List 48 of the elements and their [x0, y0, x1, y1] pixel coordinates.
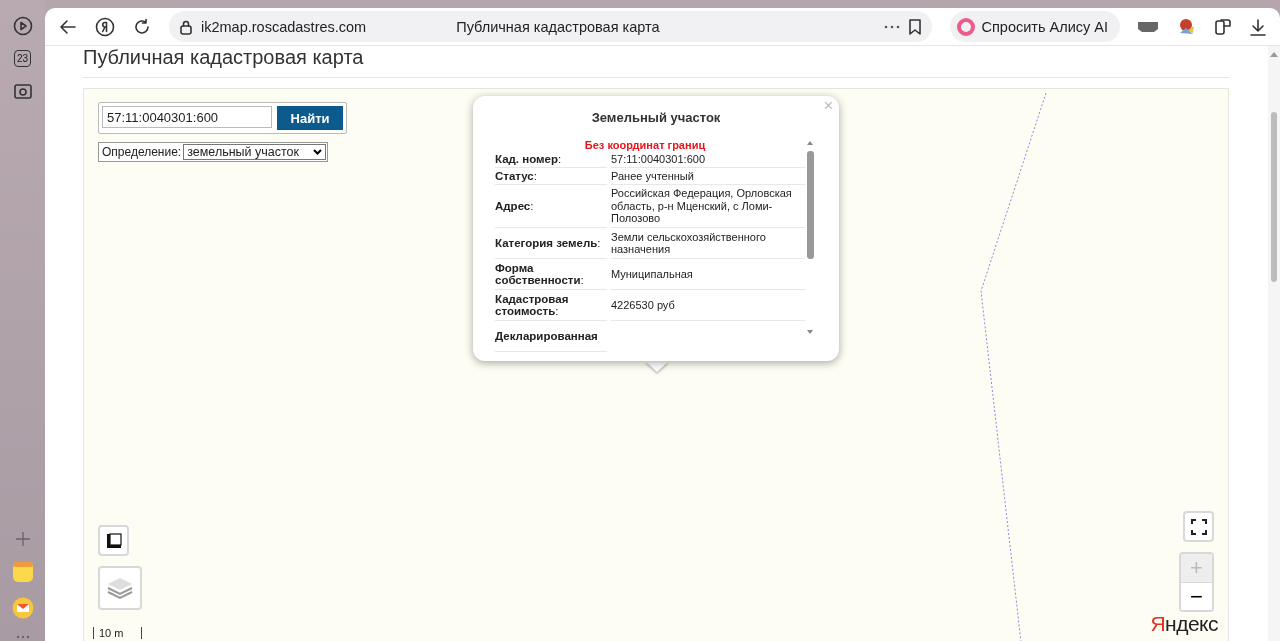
download-icon[interactable] [1250, 17, 1266, 36]
bookmark-icon[interactable] [907, 18, 922, 35]
layers-icon [107, 576, 133, 600]
zoom-out-button[interactable]: − [1181, 582, 1212, 610]
popup-title: Земельный участок [590, 110, 722, 125]
layers-button[interactable] [98, 566, 142, 610]
search-button[interactable]: Найти [277, 106, 343, 130]
type-dropdown[interactable]: земельный участок [183, 144, 326, 160]
notice-text: Без координат границ [583, 139, 707, 151]
lock-icon [179, 18, 193, 35]
page-heading: Публичная кадастровая карта [83, 46, 1229, 78]
reload-icon[interactable] [133, 17, 151, 36]
more-icon[interactable] [883, 24, 900, 29]
fullscreen-button[interactable] [1183, 511, 1214, 542]
extension-icon[interactable] [1138, 20, 1158, 33]
assistant-button[interactable]: Спросить Алису AI [949, 11, 1120, 42]
field-label: Кадастровая стоимость: [495, 290, 607, 321]
calendar-badge[interactable]: 23 [13, 50, 32, 67]
field-value: 4226530 руб [611, 290, 805, 321]
field-value: 57:11:0040301:600 [611, 151, 805, 168]
field-label: Декларированная [495, 321, 607, 352]
scrollbar[interactable] [1268, 46, 1280, 641]
field-value: Муниципальная [611, 259, 805, 290]
camera-icon[interactable] [12, 81, 33, 101]
back-icon[interactable] [59, 17, 77, 36]
collections-icon[interactable] [1214, 17, 1232, 36]
fullscreen-icon [1190, 518, 1207, 535]
field-value: Российская Федерация, Орловская область, р-н Мценский, с Ломи-Полозово [611, 185, 805, 228]
address-bar[interactable]: ik2map.roscadastres.com Публичная кадастровая карта [169, 11, 932, 42]
field-label: Форма собственности: [495, 259, 607, 290]
field-label: Кад. номер: [495, 151, 607, 168]
mail-icon[interactable] [11, 597, 34, 619]
search-field[interactable]: 57:11:0040301:600 [102, 106, 272, 128]
scale-bar: 10 m [93, 627, 142, 639]
field-label: Статус: [495, 168, 607, 185]
chevron-icon [313, 149, 322, 155]
map-logo[interactable]: Яндекс [1150, 612, 1218, 636]
field-value: Ранее учтенный [611, 168, 805, 185]
filter-label: Определение: [102, 145, 182, 159]
play-icon[interactable] [12, 16, 33, 36]
field-label: Категория земель: [495, 228, 607, 259]
field-label: Адрес: [495, 185, 607, 228]
ring-icon [955, 16, 976, 37]
field-value: Земли сельскохозяйственного назначения [611, 228, 805, 259]
ruler-button[interactable] [98, 525, 129, 556]
page-title: Публичная кадастровая карта [455, 18, 661, 35]
scroll-up-icon[interactable] [1269, 50, 1279, 58]
url-text: ik2map.roscadastres.com [201, 18, 367, 35]
